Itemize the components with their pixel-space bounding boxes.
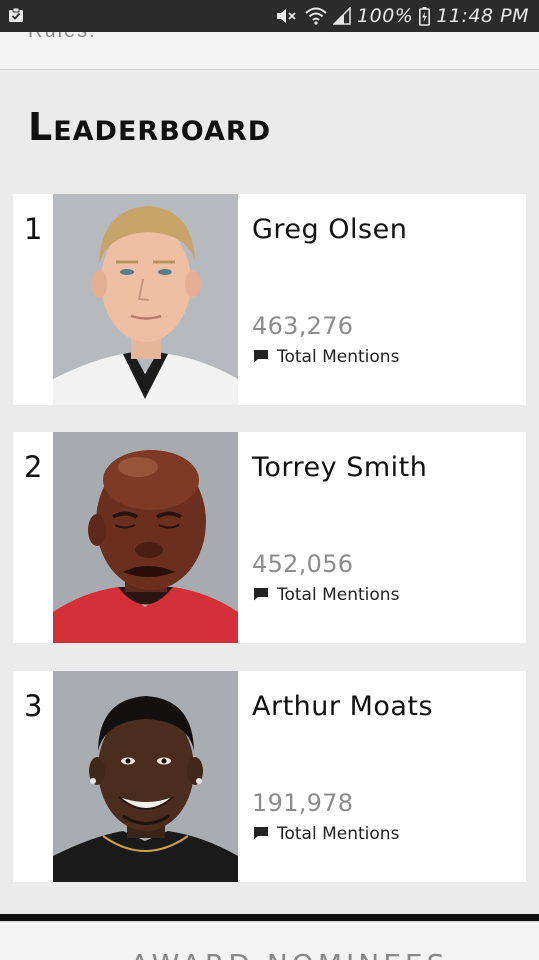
rank-number: 2 (24, 450, 43, 484)
player-name: Arthur Moats (252, 691, 434, 722)
mentions-label: Total Mentions (277, 347, 400, 367)
wifi-icon (305, 7, 327, 25)
battery-percent: 100% (357, 5, 414, 27)
player-photo (53, 671, 238, 882)
player-photo (53, 194, 238, 405)
player-name: Torrey Smith (252, 452, 428, 483)
player-photo (53, 432, 238, 643)
previous-section-strip: Rules. (0, 32, 539, 70)
leaderboard-card[interactable]: 1 Greg Olsen 463,276 Total Mentions (13, 194, 526, 405)
mute-icon (275, 7, 299, 25)
player-name: Greg Olsen (252, 214, 408, 245)
rank-number: 3 (24, 689, 43, 723)
page-title: Leaderboard (28, 105, 272, 149)
mentions-row: Total Mentions (253, 347, 399, 367)
mentions-label: Total Mentions (277, 824, 400, 844)
status-time: 11:48 PM (436, 5, 529, 27)
battery-charging-icon (419, 6, 431, 26)
mention-count: 463,276 (252, 312, 354, 340)
rules-text: Rules. (28, 32, 97, 43)
mentions-row: Total Mentions (253, 824, 399, 844)
mention-count: 452,056 (252, 550, 354, 578)
clipboard-check-icon (8, 7, 24, 27)
signal-icon (333, 7, 351, 25)
mentions-label: Total Mentions (277, 585, 400, 605)
comment-icon (253, 586, 269, 605)
mentions-row: Total Mentions (253, 585, 399, 605)
next-section-strip: AWARD NOMINEES (0, 921, 539, 960)
leaderboard-card[interactable]: 3 Arthur Moats 191,978 Total Mentions (13, 671, 526, 882)
section-divider (0, 914, 539, 921)
status-bar: 100% 11:48 PM (0, 0, 539, 32)
award-nominees-heading: AWARD NOMINEES (130, 948, 448, 960)
leaderboard-card[interactable]: 2 Torrey Smith 452,056 Total Mentions (13, 432, 526, 643)
comment-icon (253, 348, 269, 367)
comment-icon (253, 825, 269, 844)
rank-number: 1 (24, 212, 43, 246)
mention-count: 191,978 (252, 789, 354, 817)
